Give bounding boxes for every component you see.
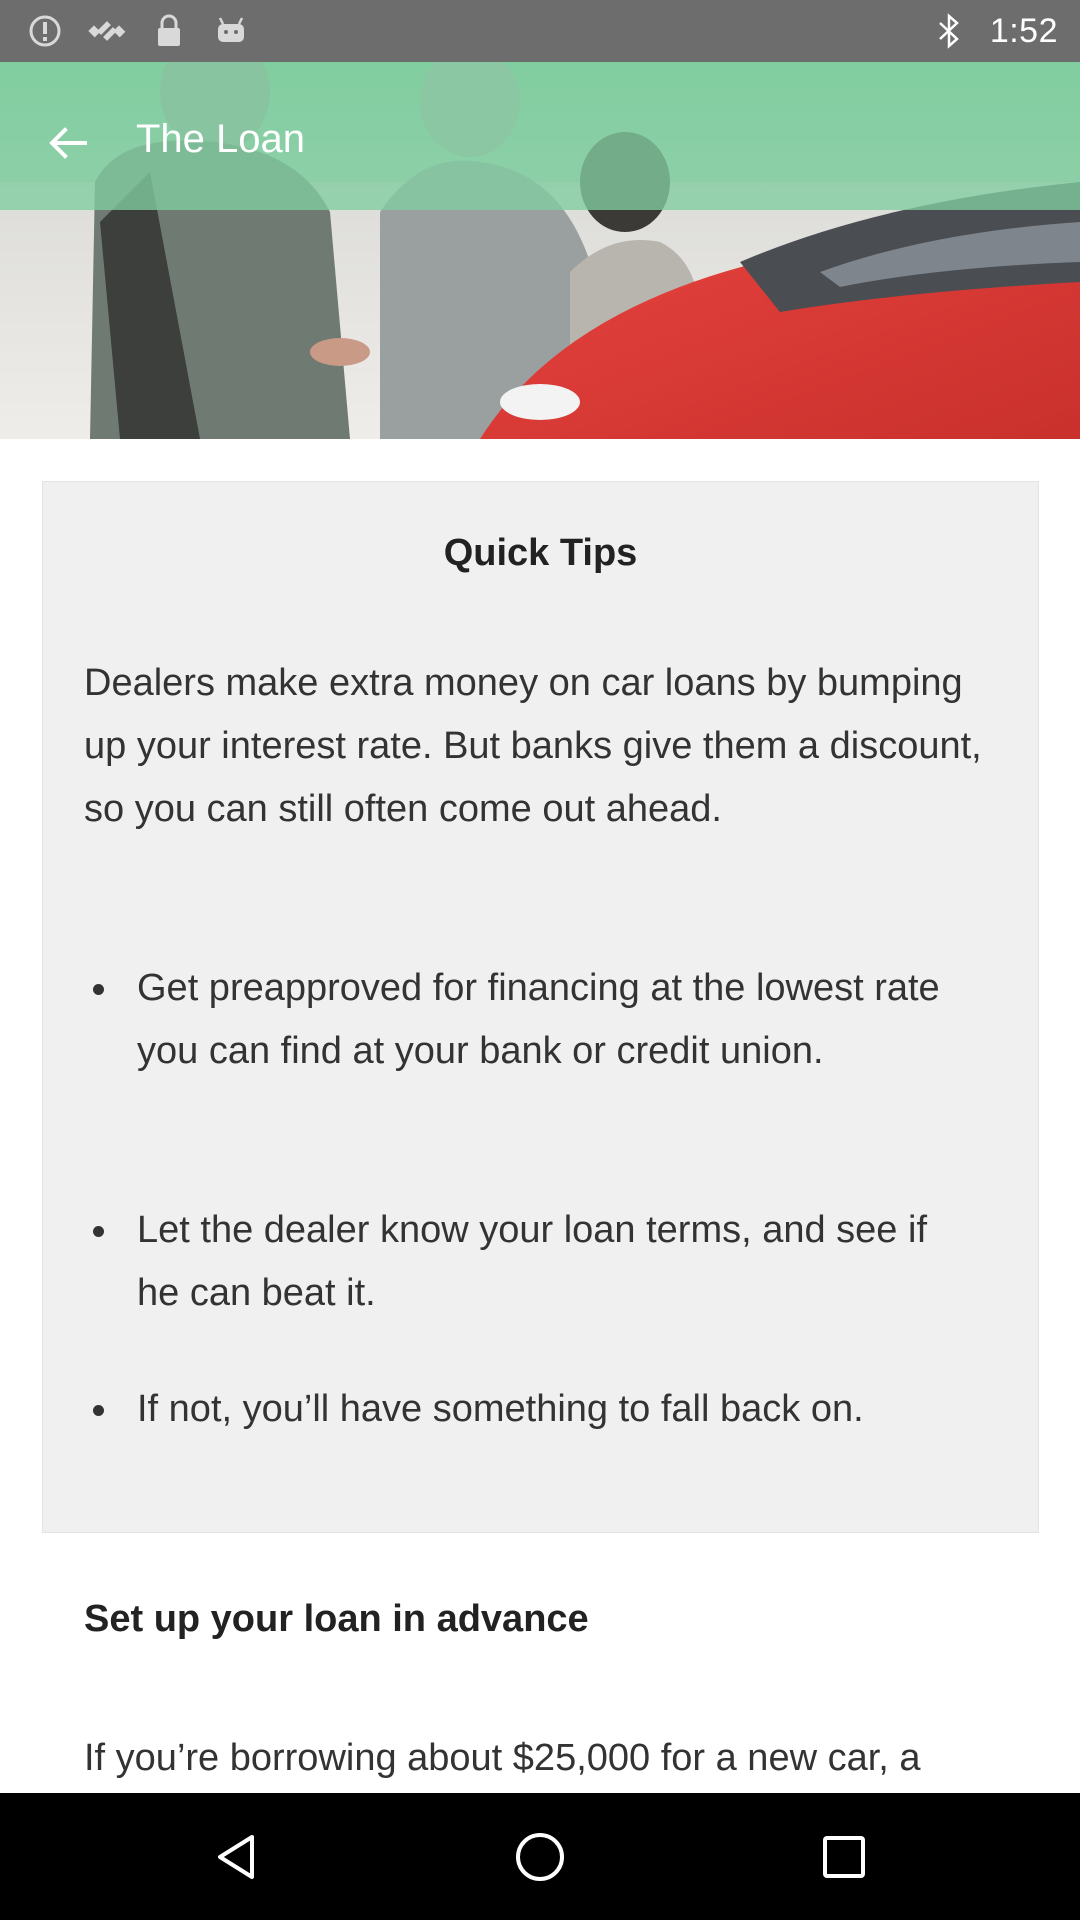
status-time: 1:52 (989, 11, 1058, 50)
no-satellite-icon (88, 12, 126, 50)
bullet-icon (93, 984, 104, 995)
arrow-left-icon (49, 127, 87, 159)
section-body-text: If you’re borrowing about $25,000 for a … (84, 1737, 921, 1779)
info-circle-icon (26, 12, 64, 50)
android-icon (212, 12, 250, 50)
status-bar: 1:52 (0, 0, 1080, 62)
navigation-bar (0, 1793, 1080, 1920)
back-button[interactable] (30, 106, 104, 180)
nav-home-button[interactable] (504, 1821, 576, 1893)
status-bar-right: 1:52 (930, 0, 1058, 62)
card-intro-text: Dealers make extra money on car loans by… (84, 662, 982, 830)
status-bar-left-icons (26, 0, 250, 62)
header-banner-image: The Loan (0, 62, 1080, 439)
quick-tips-card: Quick Tips Dealers make extra money on c… (42, 481, 1039, 1533)
page-title: The Loan (136, 117, 306, 161)
nav-recents-button[interactable] (808, 1821, 880, 1893)
bluetooth-icon (930, 12, 968, 50)
tip-text: Let the dealer know your loan terms, and… (137, 1209, 928, 1314)
app-toolbar: The Loan (0, 62, 1080, 210)
lock-icon (150, 12, 188, 50)
bullet-icon (93, 1405, 104, 1416)
section-heading: Set up your loan in advance (84, 1598, 589, 1640)
card-title: Quick Tips (443, 532, 638, 574)
home-circle-icon (516, 1833, 564, 1881)
tip-text: If not, you’ll have something to fall ba… (137, 1388, 864, 1430)
tip-text: Get preapproved for financing at the low… (137, 967, 940, 1072)
back-triangle-icon (218, 1835, 254, 1879)
recents-square-icon (823, 1836, 865, 1878)
bullet-icon (93, 1226, 104, 1237)
nav-back-button[interactable] (200, 1821, 272, 1893)
